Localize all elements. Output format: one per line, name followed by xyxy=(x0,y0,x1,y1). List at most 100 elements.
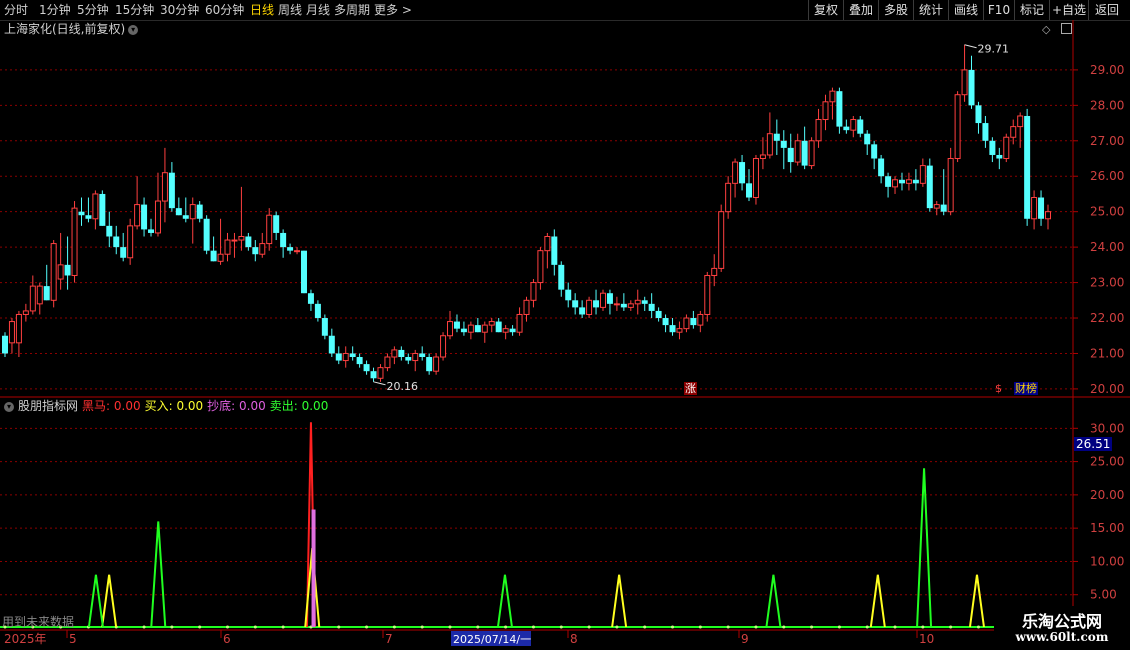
candle-body-down xyxy=(419,353,426,358)
candle-body-up xyxy=(752,158,759,199)
signal-peak-卖出 xyxy=(496,574,513,628)
price-axis-label: 23.00 xyxy=(1090,276,1124,290)
indicator-axis-label: 30.00 xyxy=(1090,421,1124,435)
baseline-dot xyxy=(226,625,230,629)
candle-body-down xyxy=(64,264,71,276)
candle-body-up xyxy=(718,211,725,269)
candle-body-up xyxy=(57,264,64,280)
candle-body-down xyxy=(495,321,502,333)
baseline-dot xyxy=(170,625,174,629)
candle-body-down xyxy=(669,325,676,333)
baseline-dot xyxy=(392,625,396,629)
candle-body-down xyxy=(85,215,92,219)
candle-body-down xyxy=(996,154,1003,159)
caibao-badge[interactable]: 财榜 xyxy=(1014,382,1038,395)
baseline-dot xyxy=(281,625,285,629)
candle-body-down xyxy=(307,293,314,304)
candle-body-up xyxy=(22,310,29,315)
candle-body-up xyxy=(892,179,899,188)
watermark: 乐淘公式网 www.60lt.com xyxy=(994,606,1130,650)
candle-body-up xyxy=(919,165,926,184)
candle-body-down xyxy=(857,119,864,134)
indicator-axis-label: 5.00 xyxy=(1090,588,1117,602)
candle-body-up xyxy=(154,200,161,234)
baseline-dot xyxy=(754,625,758,629)
candle-body-down xyxy=(148,229,155,233)
candle-body-down xyxy=(787,147,794,163)
candle-body-up xyxy=(36,285,43,305)
dollar-badge[interactable]: $ xyxy=(994,382,1003,395)
cursor-date-label: 2025/07/14/一 xyxy=(453,633,531,646)
watermark-line2: www.60lt.com xyxy=(1015,630,1109,644)
candle-body-up xyxy=(433,356,440,372)
candle-body-up xyxy=(530,282,537,301)
candle-body-down xyxy=(690,318,697,326)
price-axis-label: 21.00 xyxy=(1090,346,1124,360)
baseline-dot xyxy=(420,625,424,629)
candle-body-up xyxy=(412,352,419,362)
candle-body-up xyxy=(29,285,36,312)
candle-body-down xyxy=(1024,115,1031,219)
signal-peak-买入 xyxy=(869,574,886,628)
low-marker-line xyxy=(373,381,386,386)
candle-body-up xyxy=(523,299,530,315)
candle-body-down xyxy=(273,215,280,233)
candle-body-up xyxy=(238,235,245,241)
baseline-dot xyxy=(949,625,953,629)
candle-body-up xyxy=(697,313,704,326)
candle-body-up xyxy=(259,243,266,255)
candle-body-down xyxy=(182,215,189,219)
signal-peak-卖出 xyxy=(150,521,167,628)
candle-body-down xyxy=(370,371,377,379)
bottom-signal-bar xyxy=(311,509,316,627)
candle-body-up xyxy=(613,303,620,306)
price-axis-label: 20.00 xyxy=(1090,382,1124,396)
candle-body-down xyxy=(620,303,627,308)
indicator-chevron-icon[interactable]: ▾ xyxy=(4,401,14,412)
baseline-dot xyxy=(253,625,257,629)
candle-body-up xyxy=(294,250,301,253)
candle-body-down xyxy=(1038,197,1045,219)
indicator-header: ▾ 股朋指标网 黑马: 0.00 买入: 0.00 抄底: 0.00 卖出: 0.00 xyxy=(4,398,336,414)
baseline-dot xyxy=(698,625,702,629)
candle-body-down xyxy=(871,144,878,159)
candle-body-up xyxy=(1010,126,1017,138)
chart-canvas[interactable]: 29.00 28.00 27.00 26.00 25.00 24.00 23.00 22.00… xyxy=(0,0,1130,650)
baseline-dot xyxy=(921,625,925,629)
price-axis-label: 29.00 xyxy=(1090,63,1124,77)
low-price-label: 20.16 xyxy=(387,380,419,393)
baseline-dot xyxy=(559,625,563,629)
candle-body-down xyxy=(363,364,370,372)
candle-body-up xyxy=(50,243,57,301)
candle-body-up xyxy=(467,324,474,333)
candle-body-up xyxy=(544,235,551,252)
candle-body-down xyxy=(196,204,203,219)
candle-body-down xyxy=(349,353,356,358)
indicator-axis-label: 20.00 xyxy=(1090,488,1124,502)
candle-body-down xyxy=(113,236,120,248)
candle-body-down xyxy=(606,293,613,304)
candle-body-down xyxy=(926,165,933,209)
candle-body-down xyxy=(572,300,579,308)
candle-body-down xyxy=(287,247,294,251)
candle-body-up xyxy=(342,352,349,362)
baseline-dot xyxy=(976,625,980,629)
candle-body-up xyxy=(766,133,773,156)
candle-body-up xyxy=(905,179,912,184)
candle-body-down xyxy=(558,264,565,290)
candle-body-down xyxy=(99,193,106,226)
candle-body-up xyxy=(134,204,141,227)
candle-body-up xyxy=(1031,197,1038,220)
signal-peak-卖出 xyxy=(916,468,933,628)
candle-body-up xyxy=(586,299,593,315)
candle-body-down xyxy=(314,303,321,319)
candle-body-down xyxy=(579,307,586,315)
candle-body-up xyxy=(8,321,15,344)
candle-body-down xyxy=(453,321,460,329)
price-axis-label: 24.00 xyxy=(1090,240,1124,254)
zhang-badge[interactable]: 涨 xyxy=(684,382,697,395)
candle-body-up xyxy=(1045,211,1051,220)
candle-body-up xyxy=(829,90,836,103)
candle-body-up xyxy=(266,214,273,245)
future-data-note: 用到未来数据 xyxy=(2,615,75,629)
